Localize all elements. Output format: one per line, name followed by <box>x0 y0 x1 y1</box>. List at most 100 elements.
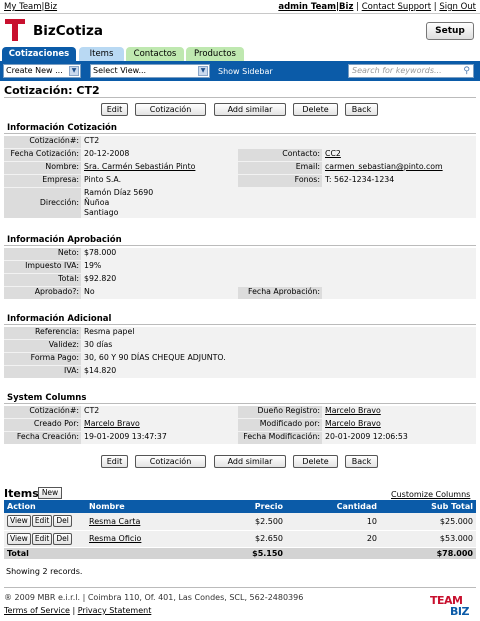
value-sys-cotizacion-num: CT2 <box>84 406 100 415</box>
records-count: Showing 2 records. <box>6 567 83 576</box>
divider <box>4 133 476 134</box>
value-direccion-2: Ñuñoa <box>84 198 110 207</box>
cotizacion-button[interactable]: Cotización <box>135 455 206 468</box>
view-button[interactable]: View <box>7 515 31 528</box>
section-heading-cotizacion: Información Cotización <box>7 123 117 133</box>
items-table: Action Nombre Precio Cantidad Sub Total … <box>4 500 476 560</box>
column-header-cantidad: Cantidad <box>286 500 380 513</box>
view-button[interactable]: View <box>7 532 31 545</box>
edit-row-button[interactable]: Edit <box>31 515 53 528</box>
edit-button[interactable]: Edit <box>101 455 128 468</box>
label-fecha-creacion: Fecha Creación: <box>4 432 81 444</box>
value-validez: 30 días <box>84 340 113 349</box>
table-row: View Edit Del Resma Oficio $2.650 20 $53.0… <box>4 530 476 548</box>
column-header-subtotal: Sub Total <box>380 500 476 513</box>
cell-subtotal: $53.000 <box>380 530 476 548</box>
footer-links: Terms of Service | Privacy Statement <box>4 606 151 615</box>
value-aprobado: No <box>84 287 95 296</box>
add-similar-button[interactable]: Add similar <box>214 455 286 468</box>
label-cotizacion-num: Cotización#: <box>4 136 81 148</box>
tab-items[interactable]: Items <box>79 47 124 61</box>
privacy-link[interactable]: Privacy Statement <box>78 606 152 615</box>
label-empresa: Empresa: <box>4 175 81 187</box>
copyright-text: ® 2009 MBR e.i.r.l. | Coimbra 110, Of. 4… <box>4 593 304 602</box>
value-modificado-link[interactable]: Marcelo Bravo <box>325 419 381 428</box>
label-validez: Validez: <box>4 340 81 352</box>
item-name-link[interactable]: Resma Carta <box>89 517 140 526</box>
value-direccion-3: Santiago <box>84 208 119 217</box>
label-direccion: Dirección: <box>4 188 81 218</box>
value-total: $92.820 <box>84 274 117 283</box>
label-dueno-registro: Dueño Registro: <box>238 406 322 418</box>
select-view-select[interactable]: Select View... ▼ <box>90 64 210 78</box>
section-heading-adicional: Información Adicional <box>7 314 112 324</box>
tab-contactos[interactable]: Contactos <box>126 47 184 61</box>
cell-subtotal: $25.000 <box>380 513 476 531</box>
section-heading-system: System Columns <box>7 393 87 403</box>
table-header-row: Action Nombre Precio Cantidad Sub Total <box>4 500 476 513</box>
table-row: View Edit Del Resma Carta $2.500 10 $25.00… <box>4 513 476 531</box>
total-empty <box>286 547 380 560</box>
delete-row-button[interactable]: Del <box>53 515 72 528</box>
value-email-wrap: carmen_sebastian@pinto.com <box>322 162 443 171</box>
label-neto: Neto: <box>4 248 81 260</box>
back-button[interactable]: Back <box>345 103 378 116</box>
value-creado-por-wrap: Marcelo Bravo <box>81 419 140 428</box>
label-iva: IVA: <box>4 366 81 378</box>
my-team-link[interactable]: My Team|Biz <box>4 2 57 12</box>
contact-support-link[interactable]: Contact Support <box>362 2 431 12</box>
search-input[interactable]: Search for keywords... ⚲ <box>348 64 474 78</box>
label-creado-por: Creado Por: <box>4 419 81 431</box>
value-modificado-wrap: Marcelo Bravo <box>322 419 381 428</box>
column-header-precio: Precio <box>186 500 286 513</box>
select-view-value: Select View... <box>93 66 147 75</box>
delete-button[interactable]: Delete <box>293 455 338 468</box>
tab-cotizaciones[interactable]: Cotizaciones <box>2 47 76 61</box>
cotizacion-button[interactable]: Cotización <box>135 103 206 116</box>
delete-row-button[interactable]: Del <box>53 532 72 545</box>
delete-button[interactable]: Delete <box>293 103 338 116</box>
setup-button[interactable]: Setup <box>426 22 474 40</box>
action-buttons-top: Edit Cotización Add similar Delete Back <box>0 103 480 117</box>
cell-precio: $2.650 <box>186 530 286 548</box>
cell-cantidad: 10 <box>286 513 380 531</box>
value-email-link[interactable]: carmen_sebastian@pinto.com <box>325 162 443 171</box>
value-contacto-link[interactable]: CC2 <box>325 149 341 158</box>
add-similar-button[interactable]: Add similar <box>214 103 286 116</box>
top-bar: My Team|Biz admin Team|Biz | Contact Sup… <box>0 0 480 14</box>
edit-row-button[interactable]: Edit <box>31 532 53 545</box>
divider <box>4 403 476 404</box>
terms-link[interactable]: Terms of Service <box>4 606 70 615</box>
value-referencia: Resma papel <box>84 327 135 336</box>
value-dueno-link[interactable]: Marcelo Bravo <box>325 406 381 415</box>
value-empresa: Pinto S.A. <box>84 175 122 184</box>
new-item-button[interactable]: New <box>38 487 62 499</box>
value-direccion-1: Ramón Díaz 5690 <box>84 188 154 197</box>
show-sidebar-link[interactable]: Show Sidebar <box>218 67 273 76</box>
item-name-link[interactable]: Resma Oficio <box>89 534 141 543</box>
create-new-select[interactable]: Create New ... ▼ <box>3 64 81 78</box>
customize-columns-link[interactable]: Customize Columns <box>391 490 470 499</box>
teambiz-logo: TEAM BIZ <box>428 594 478 618</box>
value-creado-por-link[interactable]: Marcelo Bravo <box>84 419 140 428</box>
page-title: Cotización: CT2 <box>4 84 100 97</box>
label-total: Total: <box>4 274 81 286</box>
items-heading: Items <box>4 487 39 500</box>
value-dueno-wrap: Marcelo Bravo <box>322 406 381 415</box>
value-impuesto-iva: 19% <box>84 261 102 270</box>
value-iva: $14.820 <box>84 366 117 375</box>
edit-button[interactable]: Edit <box>101 103 128 116</box>
value-nombre-link[interactable]: Sra. Carmén Sebastián Pinto <box>84 162 195 171</box>
label-fecha-cotizacion: Fecha Cotización: <box>4 149 81 161</box>
chevron-down-icon: ▼ <box>198 66 208 76</box>
back-button[interactable]: Back <box>345 455 378 468</box>
user-link[interactable]: admin Team|Biz <box>278 2 353 12</box>
divider <box>4 324 476 325</box>
value-fecha-creacion: 19-01-2009 13:47:37 <box>84 432 167 441</box>
chevron-down-icon: ▼ <box>69 66 79 76</box>
tab-productos[interactable]: Productos <box>186 47 244 61</box>
sign-out-link[interactable]: Sign Out <box>439 2 476 12</box>
label-nombre: Nombre: <box>4 162 81 174</box>
label-impuesto-iva: Impuesto IVA: <box>4 261 81 273</box>
search-icon[interactable]: ⚲ <box>463 65 470 77</box>
